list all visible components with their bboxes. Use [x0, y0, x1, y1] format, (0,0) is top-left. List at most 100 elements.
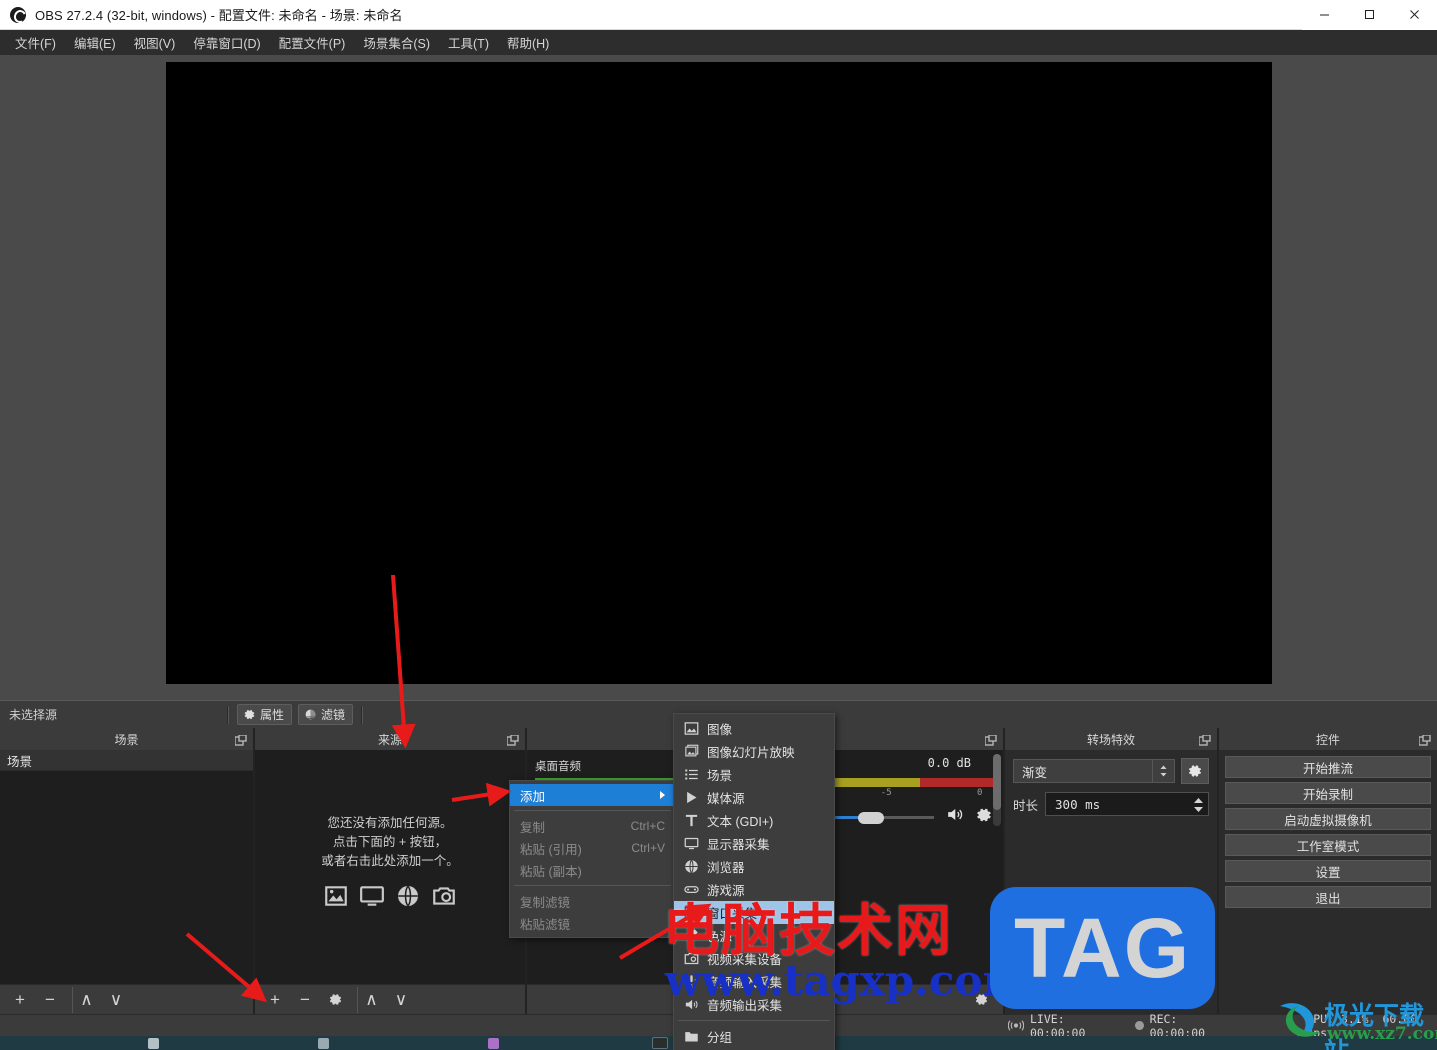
move-source-up-button[interactable]: ∧ — [357, 986, 385, 1013]
sources-list[interactable]: 您还没有添加任何源。 点击下面的 + 按钮， 或者右击此处添加一个。 — [255, 750, 525, 984]
submenu-label: 分组 — [707, 1031, 733, 1045]
transitions-dock-footer — [1005, 984, 1217, 1014]
float-icon[interactable] — [984, 733, 997, 746]
list-icon — [683, 767, 699, 783]
context-menu-item-add[interactable]: 添加 — [510, 784, 675, 806]
studio-mode-button[interactable]: 工作室模式 — [1225, 834, 1431, 856]
submenu-item-window-capture[interactable]: 窗口采集 — [674, 901, 834, 924]
maximize-button[interactable] — [1347, 0, 1392, 30]
close-button[interactable] — [1392, 0, 1437, 30]
minimize-button[interactable] — [1302, 0, 1347, 30]
move-scene-up-button[interactable]: ∧ — [72, 986, 100, 1013]
context-menu-item-copy[interactable]: 复制 Ctrl+C — [510, 815, 675, 837]
transition-select[interactable]: 渐变 — [1013, 759, 1175, 783]
no-source-selected-label: 未选择源 — [9, 708, 58, 722]
add-source-submenu[interactable]: 图像 图像幻灯片放映 场景 媒体源 文本 (GDI+) 显示器采集 浏览器 游戏… — [673, 713, 835, 1050]
submenu-item-video-capture-device[interactable]: 视频采集设备 — [674, 947, 834, 970]
add-scene-button[interactable]: + — [6, 987, 34, 1013]
submenu-item-scene[interactable]: 场景 — [674, 763, 834, 786]
transitions-dock-header: 转场特效 — [1005, 728, 1217, 750]
menu-file[interactable]: 文件(F) — [6, 29, 65, 56]
taskbar-icon-1[interactable] — [148, 1038, 159, 1049]
mixer-scrollbar[interactable] — [993, 754, 1001, 826]
settings-button[interactable]: 设置 — [1225, 860, 1431, 882]
preview-area[interactable] — [0, 55, 1437, 700]
menu-edit[interactable]: 编辑(E) — [65, 29, 125, 56]
menu-profile[interactable]: 配置文件(P) — [270, 29, 355, 56]
mute-button[interactable] — [944, 805, 965, 829]
slider-knob[interactable] — [858, 812, 885, 824]
submenu-item-game-capture[interactable]: 游戏源 — [674, 878, 834, 901]
add-source-button[interactable]: + — [261, 987, 289, 1013]
start-streaming-button[interactable]: 开始推流 — [1225, 756, 1431, 778]
menu-tools[interactable]: 工具(T) — [439, 29, 498, 56]
menu-view[interactable]: 视图(V) — [125, 29, 185, 56]
taskbar-icon-3[interactable] — [488, 1038, 499, 1049]
submenu-item-text-gdi[interactable]: 文本 (GDI+) — [674, 809, 834, 832]
float-icon[interactable] — [506, 733, 519, 746]
context-menu-item-paste-reference[interactable]: 粘贴 (引用) Ctrl+V — [510, 837, 675, 859]
move-scene-down-button[interactable]: ∨ — [102, 987, 130, 1013]
gear-icon — [329, 994, 341, 1005]
taskbar-icon-obs[interactable] — [652, 1037, 668, 1049]
menu-help[interactable]: 帮助(H) — [498, 29, 558, 56]
filters-button[interactable]: 滤镜 — [298, 704, 354, 725]
submenu-label: 游戏源 — [707, 884, 745, 898]
remove-source-button[interactable]: − — [291, 987, 319, 1013]
context-copy-label: 复制 — [520, 820, 546, 835]
float-icon[interactable] — [234, 733, 247, 746]
exit-button[interactable]: 退出 — [1225, 886, 1431, 908]
float-icon[interactable] — [1198, 733, 1211, 746]
move-source-down-button[interactable]: ∨ — [387, 987, 415, 1013]
controls-dock-header: 控件 — [1219, 728, 1437, 750]
gear-icon — [244, 709, 255, 720]
submenu-item-image[interactable]: 图像 — [674, 717, 834, 740]
source-properties-button[interactable] — [321, 987, 349, 1013]
submenu-item-audio-output-capture[interactable]: 音频输出采集 — [674, 993, 834, 1016]
submenu-item-image-slideshow[interactable]: 图像幻灯片放映 — [674, 740, 834, 763]
submenu-item-group[interactable]: 分组 — [674, 1025, 834, 1048]
context-menu-item-copy-filters[interactable]: 复制滤镜 — [510, 890, 675, 912]
submenu-item-color-source[interactable]: 色源 — [674, 924, 834, 947]
menubar: 文件(F) 编辑(E) 视图(V) 停靠窗口(D) 配置文件(P) 场景集合(S… — [0, 30, 1437, 55]
source-context-menu[interactable]: 添加 复制 Ctrl+C 粘贴 (引用) Ctrl+V 粘贴 (副本) 复制滤镜… — [509, 780, 676, 938]
mixer-advanced-properties-button[interactable] — [967, 987, 995, 1013]
submenu-item-browser[interactable]: 浏览器 — [674, 855, 834, 878]
submenu-item-audio-input-capture[interactable]: 音频输入采集 — [674, 970, 834, 993]
submenu-label: 图像幻灯片放映 — [707, 746, 795, 760]
transition-spinner-icon[interactable] — [1152, 760, 1174, 782]
context-menu-item-paste-duplicate[interactable]: 粘贴 (副本) — [510, 859, 675, 881]
submenu-item-media-source[interactable]: 媒体源 — [674, 786, 834, 809]
context-paste-dup-label: 粘贴 (副本) — [520, 864, 582, 879]
context-menu-item-paste-filters[interactable]: 粘贴滤镜 — [510, 912, 675, 934]
scene-list-item[interactable]: 场景 — [0, 750, 253, 771]
sources-empty-icons — [255, 883, 525, 909]
duration-label: 时长 — [1013, 798, 1039, 813]
folder-icon — [683, 1029, 699, 1045]
controls-dock: 控件 开始推流 开始录制 启动虚拟摄像机 工作室模式 设置 退出 — [1217, 728, 1437, 1014]
scenes-list[interactable]: 场景 — [0, 750, 253, 984]
sources-dock-footer: + − ∧ ∨ — [255, 984, 525, 1014]
menu-docks[interactable]: 停靠窗口(D) — [184, 29, 269, 56]
start-recording-button[interactable]: 开始录制 — [1225, 782, 1431, 804]
start-virtual-camera-button[interactable]: 启动虚拟摄像机 — [1225, 808, 1431, 830]
monitor-icon — [683, 836, 699, 852]
context-paste-ref-label: 粘贴 (引用) — [520, 842, 582, 857]
submenu-label: 视频采集设备 — [707, 953, 783, 967]
menu-scene-collection[interactable]: 场景集合(S) — [354, 29, 439, 56]
context-menu-separator-2 — [514, 885, 671, 886]
remove-scene-button[interactable]: − — [36, 987, 64, 1013]
mixer-channel-settings-button[interactable] — [975, 806, 993, 829]
preview-canvas[interactable] — [166, 62, 1272, 684]
float-icon[interactable] — [1418, 733, 1431, 746]
transition-properties-button[interactable] — [1181, 758, 1209, 784]
duration-stepper[interactable] — [1188, 792, 1208, 818]
properties-button[interactable]: 属性 — [237, 704, 293, 725]
record-indicator-icon — [1135, 1021, 1144, 1030]
taskbar-icon-2[interactable] — [318, 1038, 329, 1049]
duration-input[interactable]: 300 ms — [1045, 792, 1209, 816]
submenu-label: 场景 — [707, 769, 733, 783]
text-icon — [683, 813, 699, 829]
submenu-item-display-capture[interactable]: 显示器采集 — [674, 832, 834, 855]
submenu-separator — [678, 1020, 830, 1021]
